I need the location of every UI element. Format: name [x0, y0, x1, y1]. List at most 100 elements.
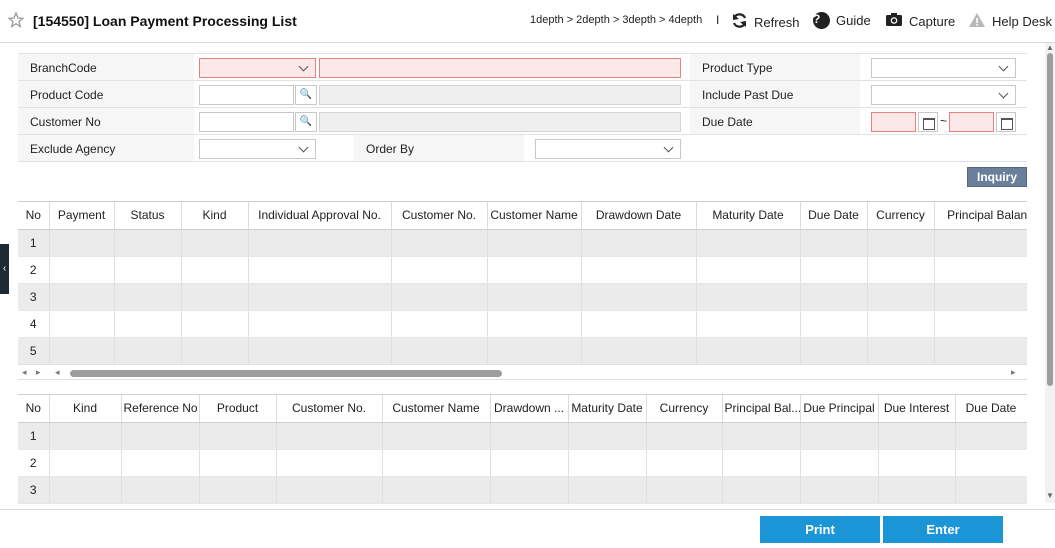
column-header[interactable]: Maturity Date	[568, 395, 647, 423]
row-number[interactable]: 2	[18, 256, 50, 284]
table-cell[interactable]	[800, 310, 868, 338]
enter-button[interactable]: Enter	[883, 516, 1003, 543]
table-row[interactable]: 3	[18, 283, 1027, 311]
table-cell[interactable]	[800, 256, 868, 284]
table-cell[interactable]	[568, 449, 647, 477]
table-cell[interactable]	[49, 256, 115, 284]
table-cell[interactable]	[114, 337, 182, 364]
capture-button[interactable]: Capture	[885, 12, 955, 30]
row-number[interactable]: 1	[18, 229, 50, 257]
column-header[interactable]: Due Date	[800, 202, 868, 230]
row-number[interactable]: 5	[18, 337, 50, 364]
table-cell[interactable]	[646, 476, 723, 504]
table-cell[interactable]	[722, 449, 801, 477]
table-cell[interactable]	[181, 310, 249, 338]
table-cell[interactable]	[181, 229, 249, 257]
table-cell[interactable]	[800, 229, 868, 257]
scroll-right-icon[interactable]: ▸	[36, 367, 41, 378]
table-cell[interactable]	[382, 422, 491, 450]
table-cell[interactable]	[276, 422, 383, 450]
table-row[interactable]: 4	[18, 310, 1027, 338]
table-cell[interactable]	[867, 283, 935, 311]
column-header[interactable]: Due Principal	[800, 395, 879, 423]
table-cell[interactable]	[646, 449, 723, 477]
table-cell[interactable]	[696, 229, 801, 257]
table-cell[interactable]	[487, 229, 582, 257]
column-header[interactable]: No	[18, 202, 50, 230]
table-cell[interactable]	[49, 283, 115, 311]
table-cell[interactable]	[581, 310, 697, 338]
table-cell[interactable]	[49, 476, 122, 504]
table-cell[interactable]	[581, 337, 697, 364]
table-cell[interactable]	[581, 229, 697, 257]
table-cell[interactable]	[696, 310, 801, 338]
table-cell[interactable]	[248, 256, 392, 284]
table-cell[interactable]	[248, 310, 392, 338]
guide-button[interactable]: ? Guide	[813, 12, 871, 29]
table-cell[interactable]	[800, 283, 868, 311]
column-header[interactable]: Individual Approval No.	[248, 202, 392, 230]
table-cell[interactable]	[49, 310, 115, 338]
customer-no-search-button[interactable]: 🔍	[295, 112, 317, 132]
table-cell[interactable]	[121, 422, 200, 450]
product-code-search-button[interactable]: 🔍	[295, 85, 317, 105]
table-cell[interactable]	[391, 283, 488, 311]
column-header[interactable]: Customer No.	[276, 395, 383, 423]
product-type-select[interactable]	[871, 58, 1016, 78]
table-cell[interactable]	[391, 310, 488, 338]
table-cell[interactable]	[391, 229, 488, 257]
table-cell[interactable]	[867, 337, 935, 364]
table-cell[interactable]	[878, 449, 956, 477]
help-desk-button[interactable]: Help Desk	[968, 12, 1052, 31]
include-past-due-select[interactable]	[871, 85, 1016, 105]
table-cell[interactable]	[955, 422, 1027, 450]
column-header[interactable]: Product	[199, 395, 277, 423]
scrollbar-thumb[interactable]	[1047, 53, 1053, 386]
column-header[interactable]: Currency	[867, 202, 935, 230]
column-header[interactable]: Customer No.	[391, 202, 488, 230]
table-cell[interactable]	[934, 283, 1027, 311]
column-header[interactable]: Customer Name	[382, 395, 491, 423]
table-cell[interactable]	[581, 283, 697, 311]
table-cell[interactable]	[49, 337, 115, 364]
table-cell[interactable]	[49, 422, 122, 450]
table-cell[interactable]	[722, 476, 801, 504]
table-cell[interactable]	[49, 449, 122, 477]
table-cell[interactable]	[955, 476, 1027, 504]
scroll-up-icon[interactable]: ▲	[1046, 43, 1054, 52]
table-cell[interactable]	[276, 449, 383, 477]
vertical-scrollbar[interactable]: ▲ ▼	[1045, 43, 1055, 503]
horizontal-scrollbar[interactable]: ◂ ▸ ◂ ▸	[18, 364, 1027, 380]
table-cell[interactable]	[581, 256, 697, 284]
table-cell[interactable]	[487, 337, 582, 364]
table-cell[interactable]	[878, 422, 956, 450]
calendar-icon[interactable]	[996, 112, 1016, 132]
table-cell[interactable]	[181, 337, 249, 364]
table-cell[interactable]	[487, 310, 582, 338]
branch-code-select[interactable]	[199, 58, 316, 78]
table-cell[interactable]	[199, 476, 277, 504]
table-cell[interactable]	[181, 283, 249, 311]
table-cell[interactable]	[382, 449, 491, 477]
scroll-left-icon[interactable]: ◂	[22, 367, 27, 378]
table-cell[interactable]	[114, 283, 182, 311]
table-cell[interactable]	[121, 476, 200, 504]
table-row[interactable]: 5	[18, 337, 1027, 364]
table-cell[interactable]	[248, 229, 392, 257]
column-header[interactable]: Payment	[49, 202, 115, 230]
due-date-to-input[interactable]	[949, 112, 994, 132]
table-row[interactable]: 1	[18, 422, 1027, 450]
column-header[interactable]: Maturity Date	[696, 202, 801, 230]
table-cell[interactable]	[800, 337, 868, 364]
scroll-right-icon[interactable]: ▸	[1011, 367, 1016, 378]
inquiry-button[interactable]: Inquiry	[967, 167, 1027, 187]
column-header[interactable]: Principal Balance	[934, 202, 1027, 230]
table-cell[interactable]	[276, 476, 383, 504]
table-cell[interactable]	[114, 256, 182, 284]
star-icon[interactable]	[7, 11, 25, 32]
table-cell[interactable]	[114, 310, 182, 338]
table-cell[interactable]	[646, 422, 723, 450]
due-date-from-input[interactable]	[871, 112, 916, 132]
table-cell[interactable]	[800, 422, 879, 450]
table-cell[interactable]	[800, 449, 879, 477]
